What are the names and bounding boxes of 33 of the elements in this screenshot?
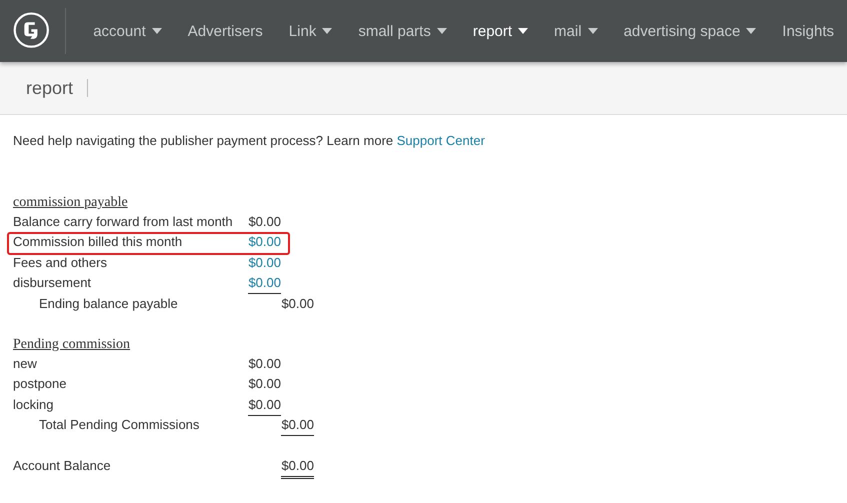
amount-link[interactable]: $0.00: [248, 254, 281, 273]
row-label: Balance carry forward from last month: [13, 213, 234, 231]
row-label: postpone: [13, 375, 68, 394]
amount: $0.00: [281, 456, 314, 479]
row-label: Account Balance: [13, 456, 112, 475]
row-label: new: [13, 354, 38, 373]
nav-menu-item[interactable]: mail: [541, 22, 611, 40]
amount: $0.00: [281, 416, 314, 436]
amount: $0.00: [248, 396, 281, 416]
nav-menu-item[interactable]: Link: [276, 22, 346, 40]
section-heading: commission payable: [13, 194, 129, 212]
row-label: Ending balance payable: [38, 294, 179, 313]
nav-menu-item[interactable]: small parts: [345, 22, 460, 40]
amount: $0.00: [248, 213, 281, 231]
row-label: Total Pending Commissions: [38, 416, 200, 434]
amount-link[interactable]: $0.00: [248, 233, 281, 252]
nav-menu-item[interactable]: report: [460, 22, 542, 40]
amount: $0.00: [248, 354, 281, 373]
amount: $0.00: [281, 294, 314, 313]
section-heading: Pending commission: [13, 336, 132, 354]
amount: $0.00: [248, 375, 281, 394]
nav-menu-item[interactable]: advertising space: [610, 22, 770, 40]
amount-link[interactable]: $0.00: [248, 274, 281, 294]
nav-menu-item[interactable]: Advertisers: [174, 22, 276, 40]
row-label: Fees and others: [13, 254, 108, 272]
row-label: Commission billed this month: [13, 233, 184, 252]
row-label: disbursement: [13, 274, 92, 292]
help-text: Need help navigating the publisher payment process? Learn more: [13, 133, 394, 148]
nav-menu-item[interactable]: account: [80, 22, 175, 40]
support-center-link[interactable]: Support Center: [396, 133, 485, 148]
page-title: report: [26, 78, 74, 98]
nav-menu-item[interactable]: Insights: [769, 22, 847, 40]
row-label: locking: [13, 396, 54, 414]
